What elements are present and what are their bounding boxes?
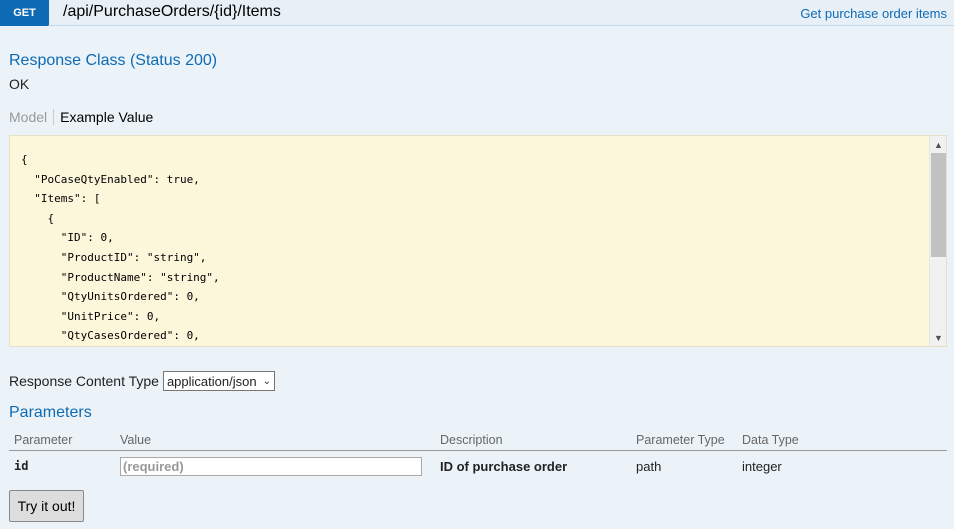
param-name: id bbox=[14, 459, 29, 473]
response-class-title: Response Class (Status 200) bbox=[9, 52, 218, 69]
model-tabs: Model Example Value bbox=[9, 109, 153, 125]
header-value: Value bbox=[120, 432, 152, 447]
content-type-label: Response Content Type bbox=[9, 373, 159, 389]
param-type: path bbox=[636, 458, 662, 474]
content-type-selected: application/json bbox=[166, 373, 257, 389]
param-description: ID of purchase order bbox=[440, 458, 568, 474]
endpoint-summary-link[interactable]: Get purchase order items bbox=[800, 6, 947, 21]
header-parameter: Parameter bbox=[14, 432, 73, 447]
content-type-select[interactable]: application/json ⌄ bbox=[162, 371, 275, 391]
try-it-out-button[interactable]: Try it out! bbox=[9, 490, 84, 522]
param-id-input[interactable] bbox=[120, 456, 422, 476]
param-value-cell bbox=[115, 456, 440, 476]
json-scrollbar[interactable]: ▲ ▼ bbox=[929, 136, 946, 346]
tab-example-value[interactable]: Example Value bbox=[54, 109, 153, 125]
endpoint-header[interactable]: GET /api/PurchaseOrders/{id}/Items Get p… bbox=[0, 0, 954, 26]
response-content-type-row: Response Content Type application/json ⌄ bbox=[9, 371, 275, 391]
endpoint-path[interactable]: /api/PurchaseOrders/{id}/Items bbox=[63, 3, 281, 21]
chevron-down-icon[interactable]: ▼ bbox=[930, 329, 946, 346]
scrollbar-thumb[interactable] bbox=[931, 153, 946, 257]
param-data-type: integer bbox=[742, 458, 782, 474]
table-row: id ID of purchase order path integer bbox=[9, 451, 947, 481]
parameters-table: Parameter Value Description Parameter Ty… bbox=[9, 429, 947, 481]
header-description: Description bbox=[440, 432, 503, 447]
header-data-type: Data Type bbox=[742, 432, 799, 447]
http-method-badge[interactable]: GET bbox=[0, 0, 49, 26]
example-json: { "PoCaseQtyEnabled": true, "Items": [ {… bbox=[21, 153, 220, 343]
example-value-box[interactable]: { "PoCaseQtyEnabled": true, "Items": [ {… bbox=[9, 135, 947, 347]
header-parameter-type: Parameter Type bbox=[636, 432, 725, 447]
tab-model[interactable]: Model bbox=[9, 109, 55, 125]
parameters-table-header: Parameter Value Description Parameter Ty… bbox=[9, 429, 947, 451]
chevron-down-icon: ⌄ bbox=[262, 375, 271, 387]
parameters-title: Parameters bbox=[9, 404, 92, 421]
chevron-up-icon[interactable]: ▲ bbox=[930, 136, 946, 153]
response-status-text: OK bbox=[9, 76, 30, 92]
